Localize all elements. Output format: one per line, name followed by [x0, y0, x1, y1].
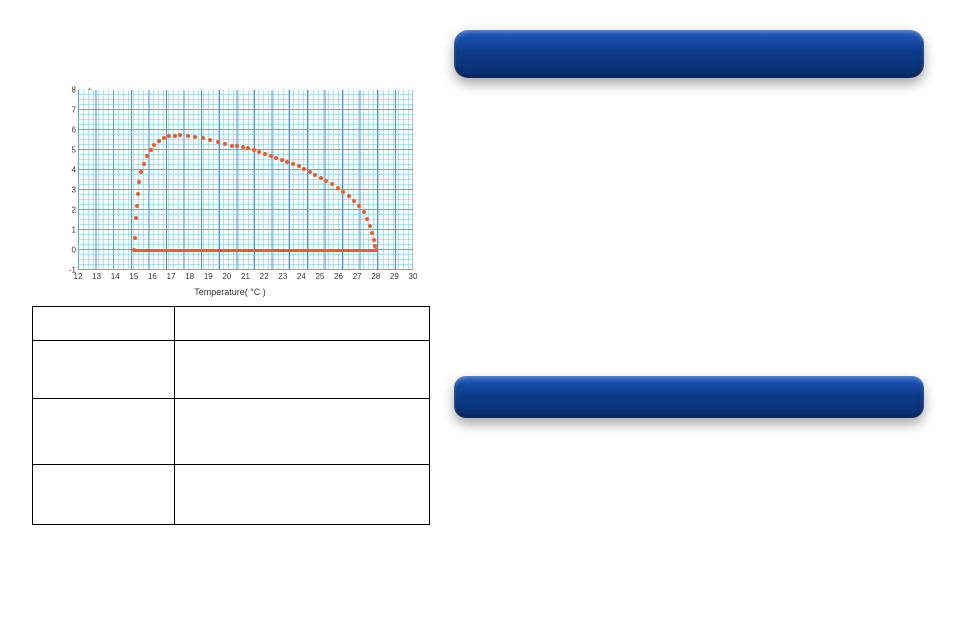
- data-point: [372, 238, 376, 242]
- y-tick: 1: [72, 226, 76, 235]
- y-tick: 5: [72, 146, 76, 155]
- x-tick: 28: [371, 272, 380, 281]
- data-point: [216, 140, 220, 144]
- data-point: [208, 138, 212, 142]
- data-point: [297, 164, 301, 168]
- data-point: [173, 134, 177, 138]
- chart-area: Relative Pressure( kPa ) Temperature( °C…: [40, 85, 420, 295]
- x-tick: 23: [278, 272, 287, 281]
- x-tick: 13: [92, 272, 101, 281]
- x-tick: 25: [315, 272, 324, 281]
- data-point: [149, 148, 153, 152]
- data-point: [235, 144, 239, 148]
- x-tick: 15: [129, 272, 138, 281]
- data-point: [133, 236, 137, 240]
- table-row: [33, 341, 430, 399]
- data-point: [291, 162, 295, 166]
- data-point: [157, 139, 161, 143]
- x-tick: 21: [241, 272, 250, 281]
- x-tick: 20: [222, 272, 231, 281]
- cell: [175, 399, 430, 465]
- y-tick: 6: [72, 126, 76, 135]
- x-tick: 29: [390, 272, 399, 281]
- x-tick: 27: [353, 272, 362, 281]
- data-point: [252, 148, 256, 152]
- x-tick: 26: [334, 272, 343, 281]
- data-point: [336, 186, 340, 190]
- data-point: [357, 204, 361, 208]
- data-point: [319, 176, 323, 180]
- table-row: [33, 465, 430, 525]
- data-point: [135, 204, 139, 208]
- y-tick: 2: [72, 206, 76, 215]
- data-point: [302, 167, 306, 171]
- data-point: [341, 190, 345, 194]
- data-point: [186, 134, 190, 138]
- x-tick: 30: [409, 272, 418, 281]
- y-tick: 8: [72, 86, 76, 95]
- data-point: [352, 199, 356, 203]
- data-point: [330, 182, 334, 186]
- data-point: [313, 173, 317, 177]
- cell: [33, 465, 175, 525]
- y-tick: 0: [72, 246, 76, 255]
- primary-button-top[interactable]: [454, 30, 924, 78]
- x-tick: 16: [148, 272, 157, 281]
- x-axis-label: Temperature( °C ): [194, 287, 266, 297]
- cell: [175, 341, 430, 399]
- data-point: [167, 134, 171, 138]
- data-point: [134, 216, 138, 220]
- y-tick: 3: [72, 186, 76, 195]
- data-point: [365, 217, 369, 221]
- baseline-segment: [134, 249, 376, 252]
- data-point: [269, 154, 273, 158]
- data-point: [178, 133, 182, 137]
- data-point: [308, 170, 312, 174]
- data-point: [145, 154, 149, 158]
- cell: [33, 399, 175, 465]
- data-point: [246, 146, 250, 150]
- cell: [175, 465, 430, 525]
- primary-button-bottom[interactable]: [454, 376, 924, 418]
- data-point: [136, 192, 140, 196]
- cell: [33, 307, 175, 341]
- data-point: [347, 194, 351, 198]
- data-point: [263, 152, 267, 156]
- x-tick: 17: [167, 272, 176, 281]
- data-point: [362, 210, 366, 214]
- data-point: [241, 145, 245, 149]
- data-point: [324, 179, 328, 183]
- x-tick: 22: [260, 272, 269, 281]
- data-point: [139, 170, 143, 174]
- table-row: [33, 399, 430, 465]
- data-point: [193, 135, 197, 139]
- data-point: [223, 142, 227, 146]
- data-table: [32, 306, 430, 525]
- data-point: [370, 231, 374, 235]
- x-tick-row: 12131415161718192021222324252627282930: [78, 272, 413, 284]
- data-point: [280, 158, 284, 162]
- data-point: [201, 136, 205, 140]
- data-point: [162, 136, 166, 140]
- data-point: [230, 144, 234, 148]
- cell: [175, 307, 430, 341]
- data-point: [142, 162, 146, 166]
- data-point: [368, 224, 372, 228]
- y-tick: 7: [72, 106, 76, 115]
- table-row: [33, 307, 430, 341]
- x-tick: 19: [204, 272, 213, 281]
- data-point: [274, 156, 278, 160]
- y-tick-column: -1012345678: [66, 90, 76, 270]
- data-point: [257, 150, 261, 154]
- x-tick: 18: [185, 272, 194, 281]
- chart-points: [78, 90, 413, 270]
- data-point: [152, 143, 156, 147]
- y-tick: 4: [72, 166, 76, 175]
- x-tick: 12: [74, 272, 83, 281]
- cell: [33, 341, 175, 399]
- x-tick: 24: [297, 272, 306, 281]
- data-point: [137, 180, 141, 184]
- x-tick: 14: [111, 272, 120, 281]
- data-point: [285, 160, 289, 164]
